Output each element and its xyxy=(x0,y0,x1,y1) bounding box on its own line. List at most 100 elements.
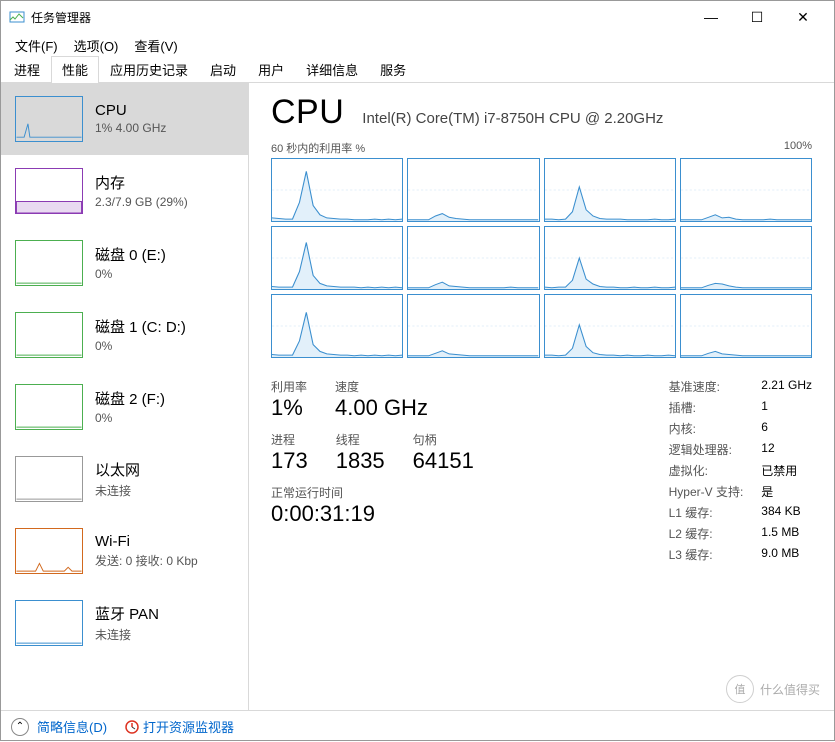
uptime-value: 0:00:31:19 xyxy=(271,501,669,527)
sidebar-item-sub: 0% xyxy=(95,411,165,425)
spec-key-7: L2 缓存: xyxy=(669,525,744,542)
spec-key-1: 插槽: xyxy=(669,399,744,416)
sidebar-item-title: 磁盘 1 (C: D:) xyxy=(95,316,186,337)
secondary-stats: 进程173 线程1835 句柄64151 xyxy=(271,431,669,474)
resmon-link[interactable]: 打开资源监视器 xyxy=(143,717,234,736)
sidebar-item-title: 蓝牙 PAN xyxy=(95,603,159,624)
sidebar-item-4[interactable]: 磁盘 2 (F:) 0% xyxy=(1,371,248,443)
sidebar-thumb xyxy=(15,312,83,358)
detail-header: CPU Intel(R) Core(TM) i7-8750H CPU @ 2.2… xyxy=(271,93,812,132)
tab-startup[interactable]: 启动 xyxy=(199,56,247,83)
spec-val-5: 是 xyxy=(761,483,812,500)
sidebar-thumb xyxy=(15,528,83,574)
sidebar-thumb xyxy=(15,240,83,286)
stat-label: 进程 xyxy=(271,431,308,448)
specs-grid: 基准速度:2.21 GHz插槽:1内核:6逻辑处理器:12虚拟化:已禁用Hype… xyxy=(669,378,812,563)
spec-val-3: 12 xyxy=(761,441,812,458)
sidebar-thumb xyxy=(15,384,83,430)
cpu-core-grid[interactable] xyxy=(271,158,812,358)
menubar: 文件(F) 选项(O) 查看(V) xyxy=(1,33,834,57)
stats-row: 利用率1% 速度4.00 GHz 进程173 线程1835 句柄64151 正常运行时… xyxy=(271,378,812,563)
spec-key-3: 逻辑处理器: xyxy=(669,441,744,458)
spec-key-4: 虚拟化: xyxy=(669,462,744,479)
chart-label-right: 100% xyxy=(784,140,812,156)
secondary-stat-0: 进程173 xyxy=(271,431,308,474)
primary-stat-0: 利用率1% xyxy=(271,378,307,421)
sidebar-item-title: 内存 xyxy=(95,172,188,193)
stat-value: 64151 xyxy=(413,448,474,474)
sidebar-item-7[interactable]: 蓝牙 PAN 未连接 xyxy=(1,587,248,659)
cpu-core-5 xyxy=(407,226,539,290)
spec-val-1: 1 xyxy=(761,399,812,416)
spec-val-7: 1.5 MB xyxy=(761,525,812,542)
sidebar-item-sub: 发送: 0 接收: 0 Kbp xyxy=(95,552,198,569)
sidebar[interactable]: CPU1% 4.00 GHz 内存 2.3/7.9 GB (29%) 磁盘 0 (E:… xyxy=(1,83,249,710)
cpu-core-0 xyxy=(271,158,403,222)
tab-details[interactable]: 详细信息 xyxy=(295,56,369,83)
window-controls: — ☐ ✕ xyxy=(688,1,826,33)
sidebar-item-sub: 未连接 xyxy=(95,626,159,643)
stat-label: 句柄 xyxy=(413,431,474,448)
secondary-stat-2: 句柄64151 xyxy=(413,431,474,474)
stat-label: 线程 xyxy=(336,431,385,448)
cpu-core-11 xyxy=(680,294,812,358)
chart-labels: 60 秒内的利用率 % 100% xyxy=(271,140,812,156)
sidebar-item-sub: 0% xyxy=(95,267,166,281)
uptime-label: 正常运行时间 xyxy=(271,484,669,501)
cpu-model: Intel(R) Core(TM) i7-8750H CPU @ 2.20GHz xyxy=(362,110,663,127)
stat-label: 速度 xyxy=(335,378,428,395)
cpu-core-9 xyxy=(407,294,539,358)
minimize-button[interactable]: — xyxy=(688,1,734,33)
menu-options[interactable]: 选项(O) xyxy=(66,34,127,57)
sidebar-item-sub: 0% xyxy=(95,339,186,353)
tab-users[interactable]: 用户 xyxy=(247,56,295,83)
close-button[interactable]: ✕ xyxy=(780,1,826,33)
collapse-icon[interactable]: ⌃ xyxy=(11,718,29,736)
tab-services[interactable]: 服务 xyxy=(369,56,417,83)
sidebar-item-0[interactable]: CPU1% 4.00 GHz xyxy=(1,83,248,155)
sidebar-item-title: 磁盘 0 (E:) xyxy=(95,244,166,265)
brief-info-link[interactable]: 简略信息(D) xyxy=(37,717,107,736)
app-icon xyxy=(9,9,25,25)
tab-performance[interactable]: 性能 xyxy=(51,56,99,83)
sidebar-thumb xyxy=(15,96,83,142)
sidebar-thumb xyxy=(15,168,83,214)
chart-label-left: 60 秒内的利用率 % xyxy=(271,140,365,156)
maximize-button[interactable]: ☐ xyxy=(734,1,780,33)
stat-value: 4.00 GHz xyxy=(335,395,428,421)
menu-file[interactable]: 文件(F) xyxy=(7,34,66,57)
stat-label: 利用率 xyxy=(271,378,307,395)
window-title: 任务管理器 xyxy=(31,9,688,26)
stat-value: 1835 xyxy=(336,448,385,474)
cpu-core-1 xyxy=(407,158,539,222)
sidebar-item-2[interactable]: 磁盘 0 (E:) 0% xyxy=(1,227,248,299)
cpu-core-2 xyxy=(544,158,676,222)
sidebar-thumb xyxy=(15,600,83,646)
sidebar-item-3[interactable]: 磁盘 1 (C: D:) 0% xyxy=(1,299,248,371)
sidebar-item-sub: 2.3/7.9 GB (29%) xyxy=(95,195,188,209)
sidebar-item-title: 磁盘 2 (F:) xyxy=(95,388,165,409)
main-area: CPU1% 4.00 GHz内存2.3/7.9 GB (29%)磁盘 0 (E:… xyxy=(1,83,834,710)
menu-view[interactable]: 查看(V) xyxy=(126,34,185,57)
cpu-core-6 xyxy=(544,226,676,290)
sidebar-item-title: Wi-Fi xyxy=(95,533,198,550)
secondary-stat-1: 线程1835 xyxy=(336,431,385,474)
stat-value: 173 xyxy=(271,448,308,474)
spec-val-8: 9.0 MB xyxy=(761,546,812,563)
spec-val-6: 384 KB xyxy=(761,504,812,521)
sidebar-item-sub: 1% 4.00 GHz xyxy=(95,121,166,135)
primary-stat-1: 速度4.00 GHz xyxy=(335,378,428,421)
spec-val-2: 6 xyxy=(761,420,812,437)
cpu-core-10 xyxy=(544,294,676,358)
sidebar-item-5[interactable]: 以太网未连接 xyxy=(1,443,248,515)
sidebar-thumb xyxy=(15,456,83,502)
sidebar-item-6[interactable]: Wi-Fi 发送: 0 接收: 0 Kbp xyxy=(1,515,248,587)
spec-key-8: L3 缓存: xyxy=(669,546,744,563)
tab-processes[interactable]: 进程 xyxy=(3,56,51,83)
tabbar: 进程 性能 应用历史记录 启动 用户 详细信息 服务 xyxy=(1,57,834,83)
cpu-core-7 xyxy=(680,226,812,290)
detail-title: CPU xyxy=(271,93,344,132)
sidebar-item-1[interactable]: 内存 2.3/7.9 GB (29%) xyxy=(1,155,248,227)
tab-app-history[interactable]: 应用历史记录 xyxy=(99,56,199,83)
titlebar: 任务管理器 — ☐ ✕ xyxy=(1,1,834,33)
